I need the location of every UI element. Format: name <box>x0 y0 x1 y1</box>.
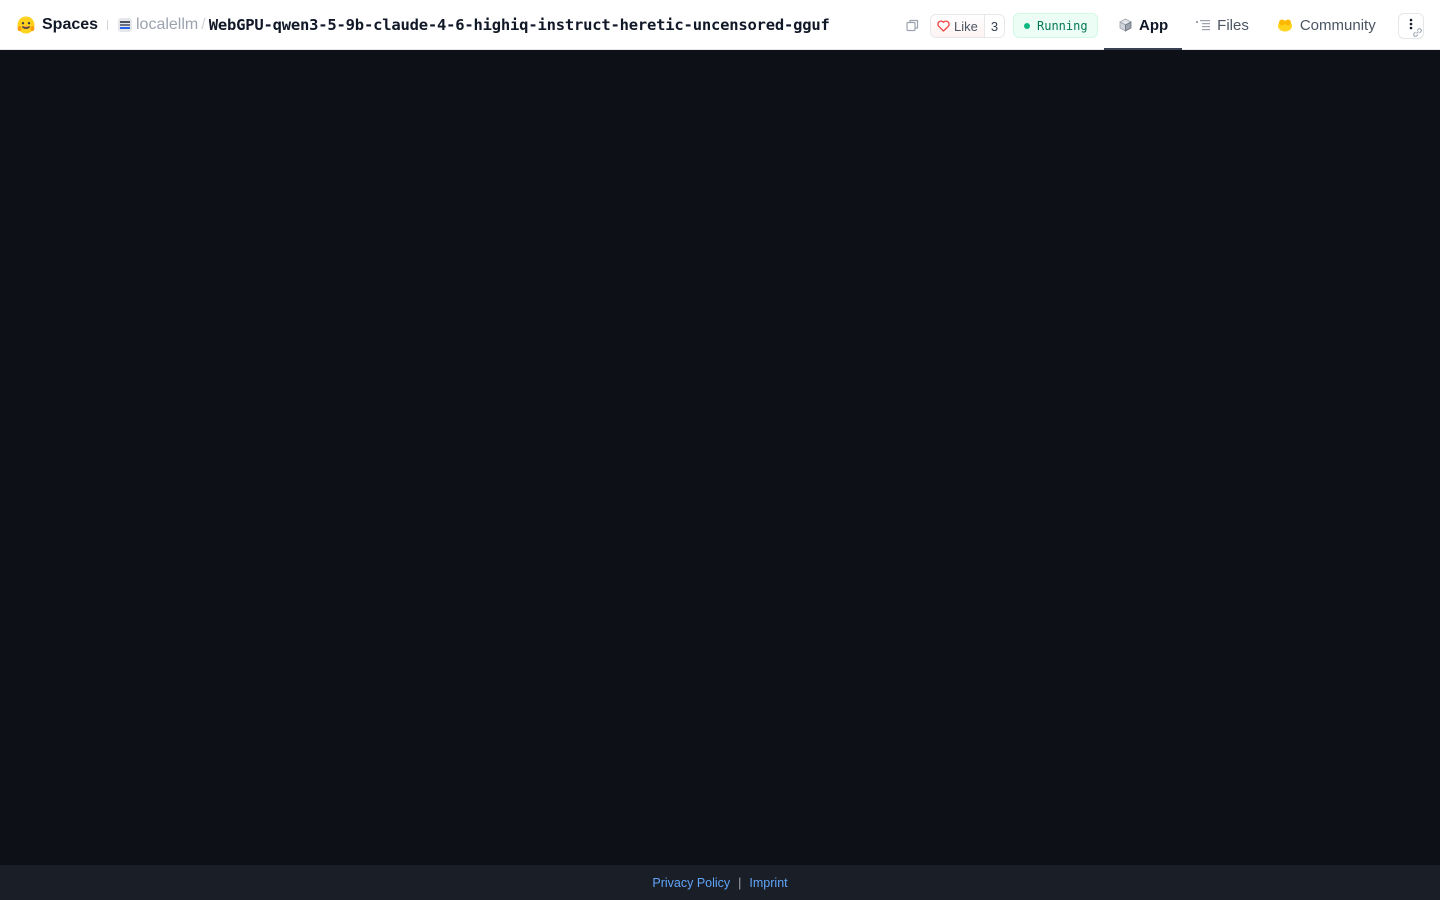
tab-community-label: Community <box>1299 16 1376 34</box>
tab-community[interactable]: Community <box>1263 0 1390 50</box>
brand-divider <box>107 20 109 30</box>
status-badge[interactable]: Running <box>1013 13 1098 38</box>
footer-separator: | <box>738 875 742 890</box>
community-icon <box>1277 18 1293 32</box>
copy-icon[interactable] <box>904 17 920 33</box>
like-group: Like 3 <box>930 14 1006 38</box>
org-link[interactable]: localellm <box>136 16 198 34</box>
link-icon[interactable] <box>1412 27 1423 38</box>
spaces-brand[interactable]: Spaces <box>16 0 109 50</box>
imprint-link[interactable]: Imprint <box>749 876 787 890</box>
repo-breadcrumb: localellm / WebGPU-qwen3-5-9b-claude-4-6… <box>117 0 897 50</box>
footer: Privacy Policy | Imprint <box>0 865 1440 900</box>
tab-app[interactable]: App <box>1104 0 1183 51</box>
app-iframe-area[interactable] <box>0 50 1440 865</box>
org-avatar-icon <box>117 17 133 33</box>
status-dot <box>1024 22 1030 29</box>
tab-files[interactable]: Files <box>1182 0 1263 50</box>
tab-files-label: Files <box>1217 16 1249 34</box>
top-navbar: Spaces localellm / WebGPU-qwen3-5-9b-cla… <box>0 0 1440 51</box>
like-label: Like <box>954 18 978 34</box>
breadcrumb-separator: / <box>201 16 206 33</box>
status-label: Running <box>1037 18 1088 33</box>
like-button[interactable]: Like <box>931 15 985 37</box>
files-icon <box>1196 19 1211 31</box>
space-tabs: App Files Community <box>1104 0 1390 51</box>
heart-icon <box>937 20 950 32</box>
brand-label: Spaces <box>42 16 99 33</box>
repo-title[interactable]: WebGPU-qwen3-5-9b-claude-4-6-highiq-inst… <box>209 16 830 34</box>
tab-app-label: App <box>1139 16 1169 34</box>
hugging-face-icon <box>16 15 36 35</box>
privacy-policy-link[interactable]: Privacy Policy <box>652 876 730 890</box>
like-count[interactable]: 3 <box>984 15 1005 37</box>
cube-icon <box>1119 18 1132 32</box>
